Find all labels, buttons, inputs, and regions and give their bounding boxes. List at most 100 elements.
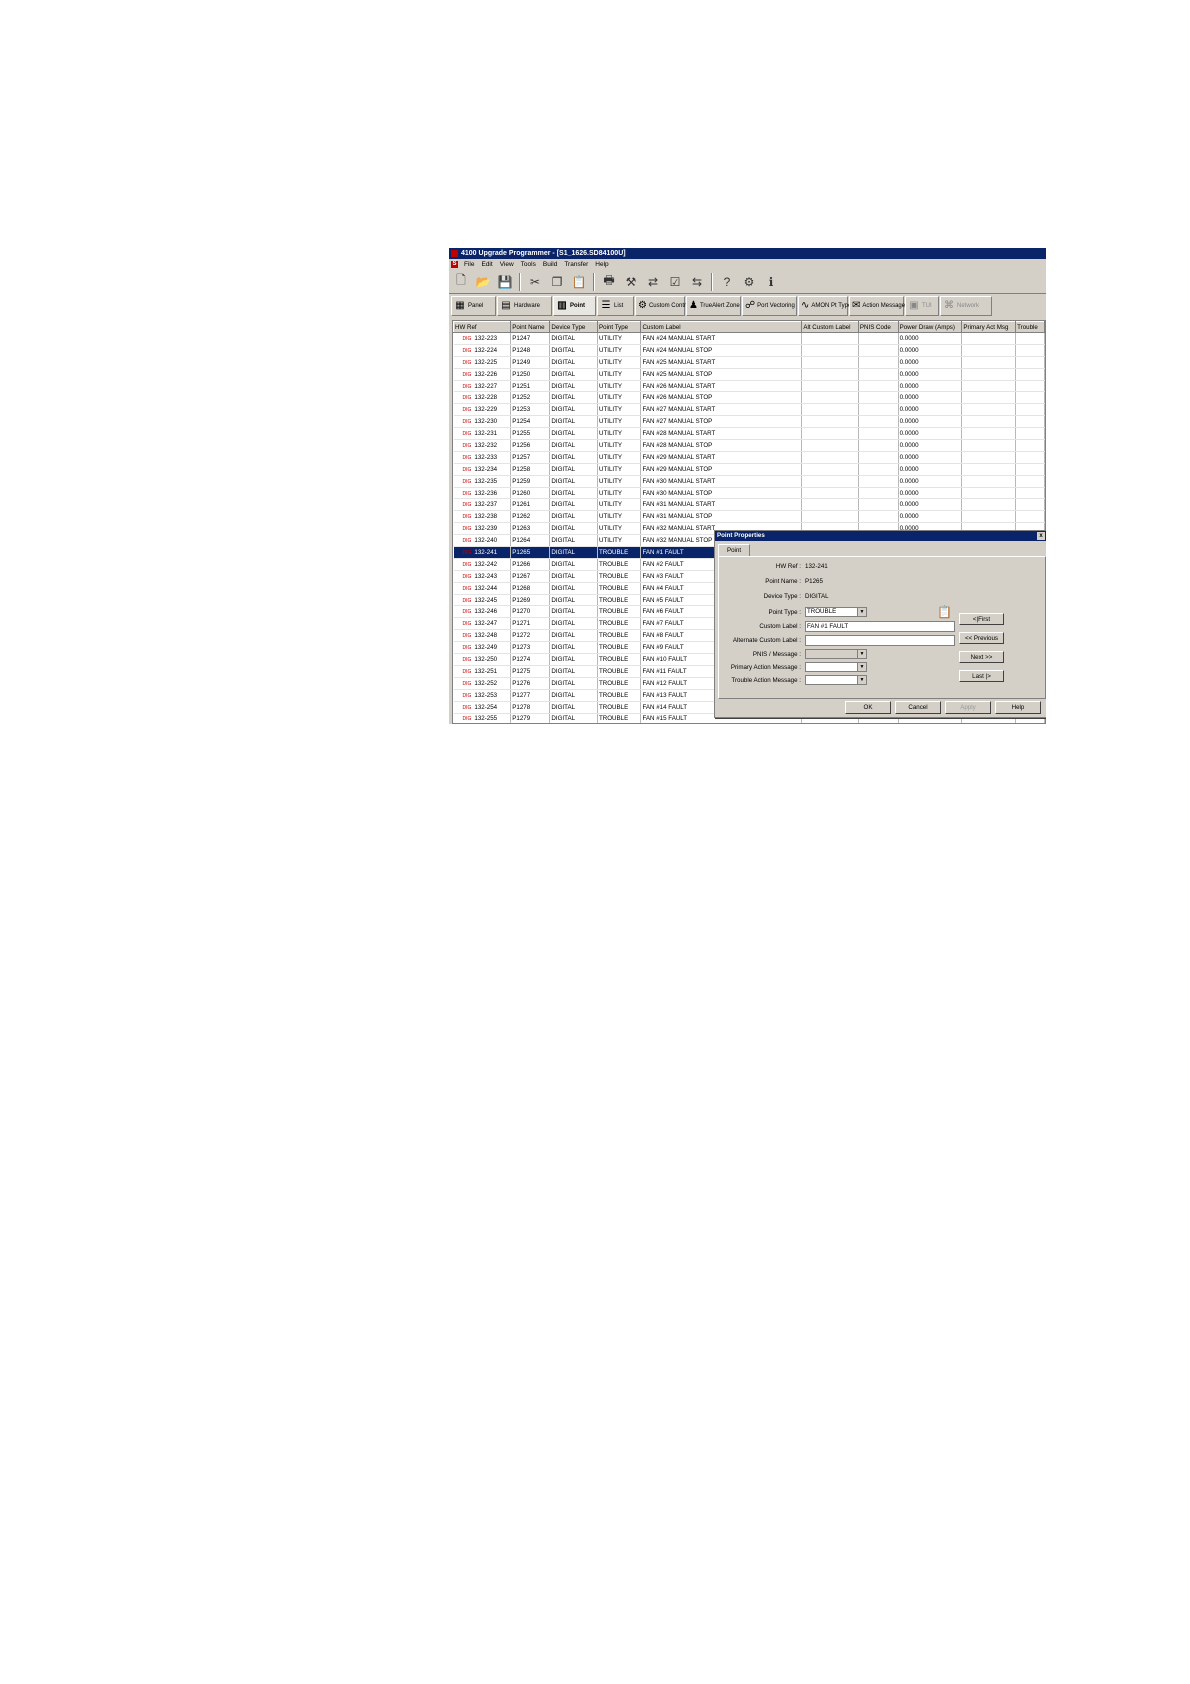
table-cell[interactable]: FAN #29 MANUAL START [640,451,803,464]
table-cell[interactable] [961,380,1017,393]
column-header[interactable]: PNIS Code [857,321,899,333]
table-cell[interactable]: 0.0000 [898,510,963,524]
table-row[interactable]: DIG 132-236 P1260 DIGITAL UTILITY FAN #30 MAN… [453,487,1045,500]
custom-label-field[interactable]: FAN #1 FAULT [805,621,955,632]
table-cell[interactable]: UTILITY [597,368,642,381]
table-cell[interactable] [961,510,1017,524]
table-cell[interactable] [961,487,1017,500]
table-cell[interactable] [858,368,899,381]
table-cell[interactable]: DIG 132-243 [453,570,512,583]
table-cell[interactable]: TROUBLE [597,665,642,678]
table-cell[interactable]: P1254 [510,415,551,429]
table-cell[interactable] [801,356,859,369]
tab-hardware[interactable]: ▤ Hardware [497,296,552,316]
table-cell[interactable] [1015,391,1045,405]
table-cell[interactable]: DIGITAL [549,558,598,571]
table-cell[interactable]: DIGITAL [549,415,598,429]
table-cell[interactable]: 0.0000 [898,344,963,357]
table-cell[interactable]: DIG 132-245 [453,594,512,607]
menu-transfer[interactable]: Transfer [564,259,588,270]
table-cell[interactable]: DIGITAL [549,713,598,723]
table-cell[interactable]: P1252 [510,391,551,405]
table-cell[interactable] [858,356,899,369]
table-cell[interactable]: UTILITY [597,439,642,452]
table-cell[interactable] [858,332,899,345]
table-cell[interactable]: UTILITY [597,403,642,417]
table-row[interactable]: DIG 132-228 P1252 DIGITAL UTILITY FAN #26 MAN… [453,391,1045,405]
table-cell[interactable]: DIG 132-241 [453,546,512,559]
table-cell[interactable]: 0.0000 [898,391,963,405]
table-cell[interactable]: P1256 [510,439,551,452]
new-icon[interactable]: 🗋 [451,272,471,292]
column-header[interactable]: Primary Act Msg [961,321,1017,333]
table-cell[interactable]: TROUBLE [597,641,642,655]
table-row[interactable]: DIG 132-225 P1249 DIGITAL UTILITY FAN #25 MAN… [453,356,1045,369]
table-cell[interactable]: P1251 [510,380,551,393]
cancel-button[interactable]: Cancel [895,701,941,714]
table-cell[interactable] [1015,498,1045,512]
table-cell[interactable]: UTILITY [597,427,642,441]
table-cell[interactable]: 0.0000 [898,463,963,476]
table-cell[interactable]: P1255 [510,427,551,441]
table-cell[interactable]: P1264 [510,534,551,548]
info-icon[interactable]: ℹ [761,272,781,292]
column-header[interactable]: Alt Custom Label [801,321,859,333]
table-row[interactable]: DIG 132-233 P1257 DIGITAL UTILITY FAN #29 MAN… [453,451,1045,464]
table-cell[interactable] [801,475,859,488]
table-cell[interactable]: DIGITAL [549,356,598,369]
print-icon[interactable]: 🖶 [599,272,619,292]
table-row[interactable]: DIG 132-235 P1259 DIGITAL UTILITY FAN #30 MAN… [453,475,1045,488]
table-cell[interactable]: DIGITAL [549,653,598,666]
table-cell[interactable]: P1257 [510,451,551,464]
table-cell[interactable]: 0.0000 [898,427,963,441]
column-header[interactable]: Custom Label [640,321,803,333]
table-cell[interactable]: DIGITAL [549,368,598,381]
ok-button[interactable]: OK [845,701,891,714]
table-cell[interactable]: DIGITAL [549,439,598,452]
table-cell[interactable]: DIGITAL [549,689,598,702]
table-cell[interactable]: P1259 [510,475,551,488]
table-cell[interactable]: DIG 132-238 [453,510,512,524]
table-cell[interactable]: UTILITY [597,380,642,393]
table-cell[interactable]: TROUBLE [597,677,642,690]
menu-edit[interactable]: Edit [481,259,492,270]
table-cell[interactable]: DIG 132-252 [453,677,512,690]
table-cell[interactable]: DIGITAL [549,546,598,559]
table-cell[interactable]: TROUBLE [597,653,642,666]
table-cell[interactable]: P1276 [510,677,551,690]
table-cell[interactable]: P1265 [510,546,551,559]
table-cell[interactable]: P1260 [510,487,551,500]
close-icon[interactable]: x [1037,532,1045,540]
copy-icon[interactable]: ❐ [547,272,567,292]
table-cell[interactable]: FAN #31 MANUAL START [640,498,803,512]
table-cell[interactable]: DIG 132-244 [453,582,512,595]
table-cell[interactable]: TROUBLE [597,689,642,702]
table-cell[interactable] [801,463,859,476]
table-cell[interactable]: TROUBLE [597,570,642,583]
table-cell[interactable]: FAN #30 MANUAL START [640,475,803,488]
table-cell[interactable]: DIGITAL [549,451,598,464]
tab-custom-control[interactable]: ⚙ Custom Control [635,296,691,316]
column-header[interactable]: Device Type [549,321,598,333]
table-cell[interactable]: FAN #26 MANUAL STOP [640,391,803,405]
table-row[interactable]: DIG 132-223 P1247 DIGITAL UTILITY FAN #24 MAN… [453,332,1045,345]
table-row[interactable]: DIG 132-230 P1254 DIGITAL UTILITY FAN #27 MAN… [453,415,1045,429]
help-button[interactable]: Help [995,701,1041,714]
settings-icon[interactable]: ⚙ [739,272,759,292]
first-button[interactable]: <|First [959,613,1004,625]
table-cell[interactable]: FAN #24 MANUAL START [640,332,803,345]
table-cell[interactable] [801,391,859,405]
table-cell[interactable] [801,487,859,500]
table-cell[interactable]: DIG 132-233 [453,451,512,464]
table-cell[interactable]: P1266 [510,558,551,571]
column-header[interactable]: Point Type [596,321,642,333]
table-cell[interactable]: TROUBLE [597,701,642,714]
tab-amon-pt-type[interactable]: ∿ AMON Pt Type [798,296,851,316]
table-cell[interactable]: P1275 [510,665,551,678]
table-cell[interactable]: P1247 [510,332,551,345]
table-cell[interactable]: 0.0000 [898,498,963,512]
table-cell[interactable]: DIG 132-235 [453,475,512,488]
table-cell[interactable]: TROUBLE [597,629,642,643]
table-cell[interactable]: DIGITAL [549,665,598,678]
table-cell[interactable]: TROUBLE [597,713,642,723]
